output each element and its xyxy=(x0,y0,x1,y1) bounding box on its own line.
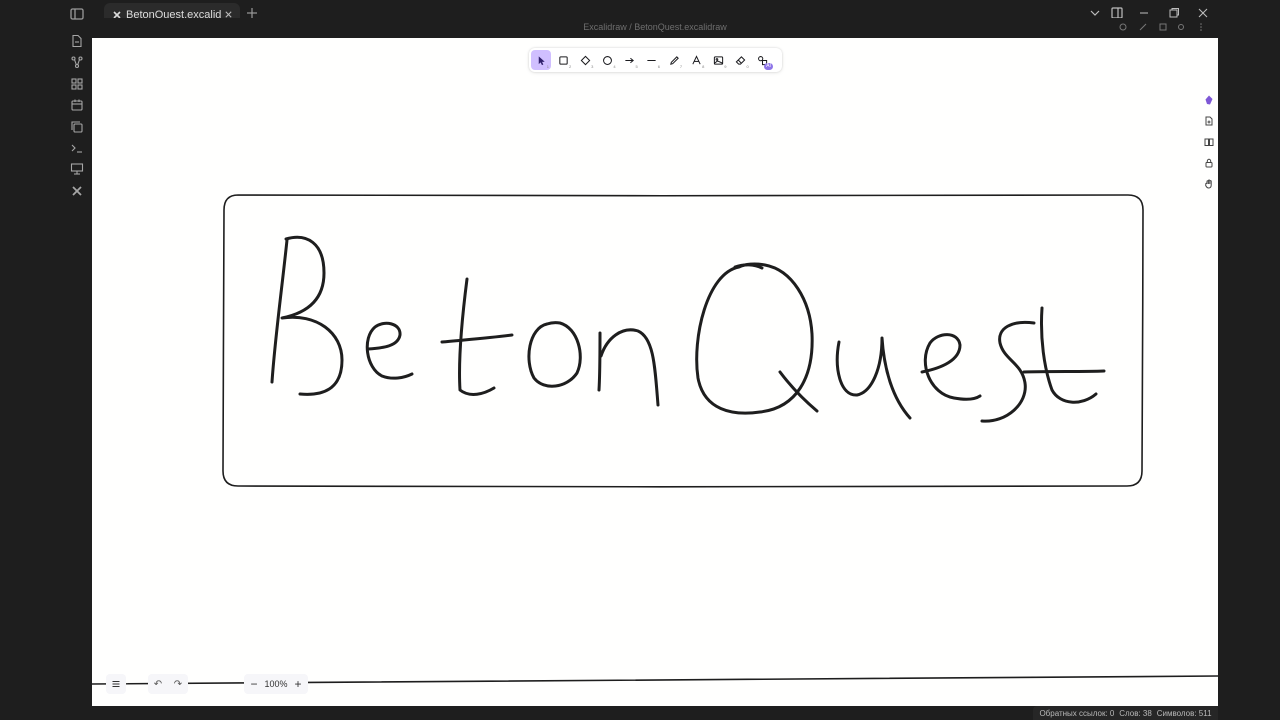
tool-shortcut: 0 xyxy=(746,64,749,69)
pointer-icon xyxy=(538,55,545,65)
main-menu-button[interactable] xyxy=(106,674,126,694)
drawing-rectangle[interactable] xyxy=(222,194,1144,488)
file-edit-icon[interactable] xyxy=(70,34,84,48)
tool-shortcut: 7 xyxy=(679,64,683,69)
lock-icon[interactable] xyxy=(1204,158,1214,168)
tool-diamond[interactable]: 3 xyxy=(575,50,595,70)
status-bar: Обратных ссылок: 0 Слов: 38 Символов: 51… xyxy=(1033,706,1218,720)
hand-pan-icon[interactable] xyxy=(1204,179,1214,189)
line-icon xyxy=(647,59,657,61)
breadcrumb: Excalidraw / BetonQuest.excalidraw xyxy=(583,22,727,32)
rectangle-icon xyxy=(559,55,568,65)
left-ribbon xyxy=(62,28,92,720)
tool-arrow[interactable]: 5 xyxy=(620,50,640,70)
drawing-layer[interactable] xyxy=(92,38,1218,706)
tool-shortcut: 3 xyxy=(591,64,594,69)
view-header: Excalidraw / BetonQuest.excalidraw xyxy=(92,18,1218,38)
calendar-icon[interactable] xyxy=(70,98,84,112)
ai-badge: AI xyxy=(764,63,773,70)
save-icon[interactable] xyxy=(1158,22,1168,32)
redo-button[interactable]: ↷ xyxy=(174,679,182,690)
undo-button[interactable]: ↶ xyxy=(154,679,162,690)
word-count: Слов: 38 xyxy=(1119,708,1152,718)
tool-ai[interactable]: AI xyxy=(753,50,773,70)
ellipse-icon xyxy=(603,55,613,65)
image-icon xyxy=(713,55,724,65)
tool-shortcut: 8 xyxy=(702,64,705,69)
arrow-icon xyxy=(625,57,635,63)
tool-eraser[interactable]: 0 xyxy=(731,50,751,70)
excalidraw-toolbar: 1 2 3 4 5 6 7 8 9 0 AI xyxy=(529,48,782,72)
zoom-out-button[interactable]: − xyxy=(248,678,260,690)
link-icon[interactable] xyxy=(1118,22,1128,32)
eraser-icon xyxy=(735,55,746,65)
tool-text[interactable]: 8 xyxy=(686,50,706,70)
excalidraw-canvas[interactable]: 1 2 3 4 5 6 7 8 9 0 AI ↶ ↷ − 100% + xyxy=(92,38,1218,706)
diamond-icon xyxy=(580,55,591,65)
tool-shortcut: 2 xyxy=(568,64,572,69)
app-window: BetonQuest.excalidraw Excalidraw / Beton… xyxy=(0,0,1280,720)
tool-shortcut: 1 xyxy=(546,64,549,69)
more-options-icon[interactable] xyxy=(1196,22,1206,32)
zoom-in-button[interactable]: + xyxy=(292,678,304,690)
drawing-text-betonquest[interactable] xyxy=(270,235,1106,423)
zoom-level[interactable]: 100% xyxy=(264,679,287,689)
excalidraw-tool-icon[interactable] xyxy=(70,184,84,198)
graph-icon[interactable] xyxy=(70,55,84,69)
library-book-icon[interactable] xyxy=(1204,137,1214,147)
tool-shortcut: 5 xyxy=(635,64,638,69)
pencil-icon xyxy=(669,55,679,65)
tool-rectangle[interactable]: 2 xyxy=(553,50,573,70)
tool-shortcut: 4 xyxy=(613,64,616,69)
pen-icon[interactable] xyxy=(1138,22,1148,32)
add-file-icon[interactable] xyxy=(1204,116,1214,126)
text-icon xyxy=(692,54,701,64)
terminal-icon[interactable] xyxy=(70,141,84,155)
tool-image[interactable]: 9 xyxy=(709,50,729,70)
bottom-controls: ↶ ↷ − 100% + xyxy=(92,672,1218,700)
sidebar-toggle-icon[interactable] xyxy=(68,5,86,23)
presentation-icon[interactable] xyxy=(70,162,84,176)
obsidian-logo-icon[interactable] xyxy=(1204,95,1214,105)
tool-shortcut: 6 xyxy=(657,64,660,69)
hamburger-menu-icon xyxy=(112,681,120,687)
tool-selection[interactable]: 1 xyxy=(531,50,551,70)
settings-icon[interactable] xyxy=(1176,22,1186,32)
backlinks-count[interactable]: Обратных ссылок: 0 xyxy=(1039,709,1114,718)
char-count: Символов: 511 xyxy=(1156,708,1212,718)
tool-ellipse[interactable]: 4 xyxy=(598,50,618,70)
tool-draw[interactable]: 7 xyxy=(664,50,684,70)
tool-shortcut: 9 xyxy=(724,64,727,69)
copy-icon[interactable] xyxy=(70,120,84,134)
tool-line[interactable]: 6 xyxy=(642,50,662,70)
canvas-grid-icon[interactable] xyxy=(70,77,84,91)
undo-redo-group: ↶ ↷ xyxy=(148,674,188,694)
zoom-controls: − 100% + xyxy=(244,674,308,694)
